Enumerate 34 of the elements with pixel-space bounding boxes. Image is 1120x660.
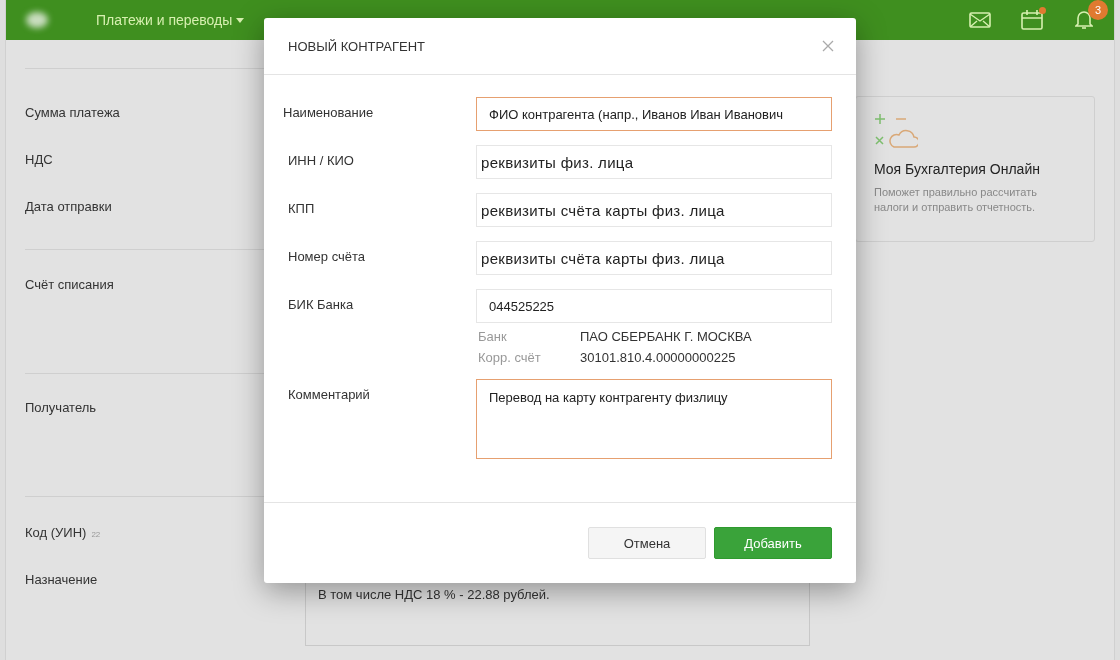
detail-value: 30101.810.4.00000000225 bbox=[580, 350, 736, 365]
field-label: Дата отправки bbox=[25, 199, 113, 215]
logo-icon[interactable] bbox=[26, 12, 48, 28]
card-title: Моя Бухгалтерия Онлайн bbox=[874, 161, 1041, 177]
field-label: КПП bbox=[287, 200, 316, 216]
field-label: ИНН / КИО bbox=[287, 152, 355, 168]
caret-icon bbox=[236, 17, 245, 23]
field-label: Сумма платежа bbox=[25, 105, 121, 121]
comment-field[interactable]: Перевод на карту контрагенту физлицу bbox=[476, 379, 832, 459]
calculator-cloud-icon bbox=[874, 113, 918, 149]
field-label: Счёт списания bbox=[25, 277, 115, 293]
detail-label: Банк bbox=[478, 329, 508, 344]
close-icon[interactable] bbox=[822, 40, 834, 52]
field-label: БИК Банка bbox=[287, 296, 355, 312]
input-field[interactable]: реквизиты физ. лица bbox=[476, 145, 832, 179]
field-label: Получатель bbox=[25, 400, 98, 416]
field-label: Номер счёта bbox=[287, 248, 367, 264]
hint-number: 22 bbox=[91, 530, 101, 539]
input-field[interactable]: реквизиты счёта карты физ. лица bbox=[476, 241, 832, 275]
cancel-button[interactable]: Отмена bbox=[588, 527, 706, 559]
field-label: Код (УИН) bbox=[25, 525, 87, 540]
input-field[interactable]: ФИО контрагента (напр., Иванов Иван Иванович bbox=[476, 97, 832, 131]
field-label: Назначение bbox=[25, 572, 99, 588]
detail-label: Корр. счёт bbox=[478, 350, 542, 365]
card-text: Поможет правильно рассчитать налоги и отправить отчетность. bbox=[874, 185, 1038, 215]
notification-badge: 3 bbox=[1088, 0, 1108, 20]
detail-value: ПАО СБЕРБАНК Г. МОСКВА bbox=[580, 329, 752, 344]
input-field[interactable]: реквизиты счёта карты физ. лица bbox=[476, 193, 832, 227]
bell-icon[interactable] bbox=[1075, 10, 1093, 30]
field-label: НДС bbox=[25, 152, 54, 168]
dialog-title: НОВЫЙ КОНТРАГЕНТ bbox=[288, 38, 425, 54]
input-field[interactable]: 044525225 bbox=[476, 289, 832, 323]
field-label: Комментарий bbox=[287, 386, 371, 402]
field-label: Наименование bbox=[283, 104, 375, 120]
